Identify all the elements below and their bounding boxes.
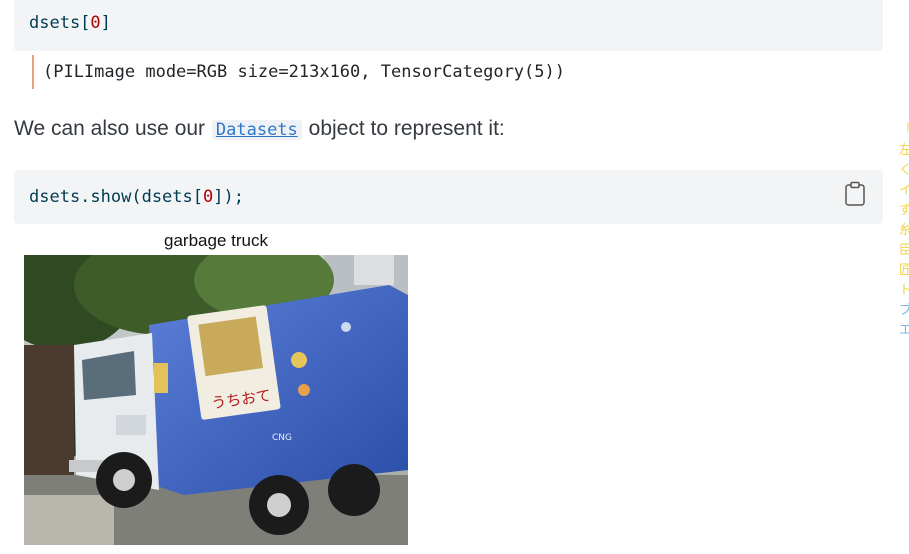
copy-code-button[interactable] xyxy=(843,181,867,207)
code-line: dsets[0] xyxy=(29,13,111,33)
side-glyph: ト xyxy=(899,282,909,297)
prose-text: We can also use our xyxy=(14,117,206,140)
cng-label: CNG xyxy=(272,433,292,443)
cell-output: (PILImage mode=RGB size=213x160, TensorC… xyxy=(32,55,565,89)
datasets-link[interactable]: Datasets xyxy=(211,120,302,140)
side-annotation-strip: 「 左 く イ ず 糸 臣 匠 ト ブ エ xyxy=(899,120,909,360)
side-glyph: ブ xyxy=(899,302,909,317)
code-text: ]); xyxy=(213,187,244,207)
code-text: dsets.show(dsets[ xyxy=(29,187,203,207)
garbage-truck-image: うちおて CNG xyxy=(24,255,408,545)
side-glyph: イ xyxy=(899,182,909,197)
prose-paragraph: We can also use our Datasets object to r… xyxy=(14,117,505,141)
output-text: (PILImage mode=RGB size=213x160, TensorC… xyxy=(43,62,565,82)
code-text: ] xyxy=(100,13,111,33)
side-glyph: 匠 xyxy=(899,262,909,277)
side-glyph: 糸 xyxy=(899,222,909,237)
code-line: dsets.show(dsets[0]); xyxy=(29,187,244,207)
prose-text: object to represent it: xyxy=(308,117,505,140)
code-cell-2: dsets.show(dsets[0]); xyxy=(14,170,883,224)
side-glyph: 「 xyxy=(899,120,909,140)
code-number: 0 xyxy=(203,187,214,207)
clipboard-icon xyxy=(845,181,865,206)
code-number: 0 xyxy=(90,13,101,33)
side-glyph: エ xyxy=(899,322,909,337)
side-glyph: く xyxy=(899,162,909,177)
side-glyph: 臣 xyxy=(899,242,909,257)
code-text: dsets[ xyxy=(29,13,91,33)
side-glyph: ず xyxy=(899,202,909,217)
side-glyph: 左 xyxy=(899,142,909,157)
code-cell-1: dsets[0] xyxy=(14,0,883,51)
figure-title: garbage truck xyxy=(164,231,268,250)
